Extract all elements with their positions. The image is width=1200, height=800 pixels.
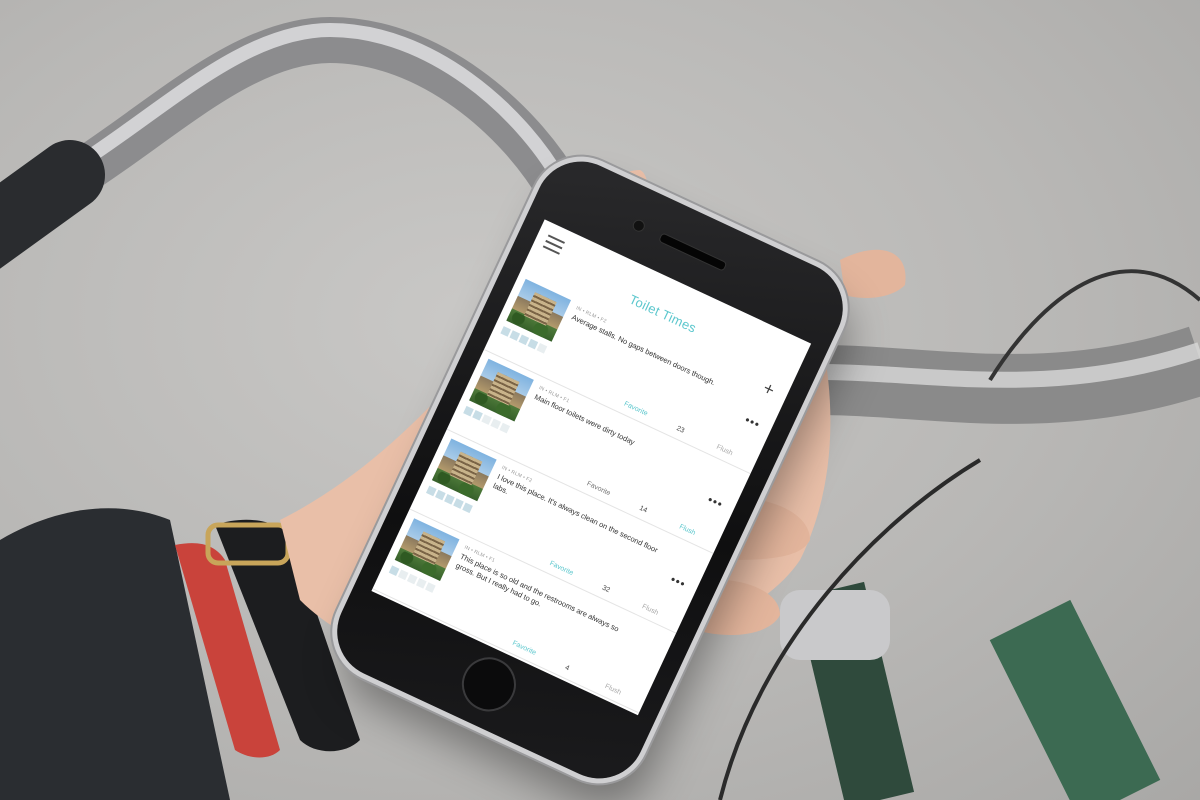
favorite-button[interactable]: Favorite bbox=[548, 560, 574, 577]
flush-button[interactable]: Flush bbox=[715, 444, 733, 458]
ellipsis-icon[interactable]: ••• bbox=[668, 572, 688, 591]
rating-square bbox=[499, 422, 511, 434]
rating-square bbox=[536, 342, 548, 354]
earpiece-speaker bbox=[658, 232, 728, 272]
flush-count: 23 bbox=[675, 425, 686, 435]
home-button[interactable] bbox=[453, 648, 525, 721]
flush-button[interactable]: Flush bbox=[678, 523, 696, 537]
favorite-button[interactable]: Favorite bbox=[586, 480, 612, 497]
flush-count: 14 bbox=[638, 504, 649, 515]
flush-button[interactable]: Flush bbox=[641, 603, 659, 617]
favorite-button[interactable]: Favorite bbox=[623, 401, 649, 418]
flush-button[interactable]: Flush bbox=[604, 683, 622, 697]
ellipsis-icon[interactable]: ••• bbox=[705, 492, 725, 511]
flush-count: 4 bbox=[563, 664, 571, 673]
flush-count: 32 bbox=[600, 584, 611, 595]
ellipsis-icon[interactable]: ••• bbox=[743, 413, 763, 432]
favorite-button[interactable]: Favorite bbox=[511, 640, 537, 657]
front-camera bbox=[630, 217, 647, 234]
rating-square bbox=[425, 582, 436, 593]
rating-square bbox=[462, 502, 473, 514]
